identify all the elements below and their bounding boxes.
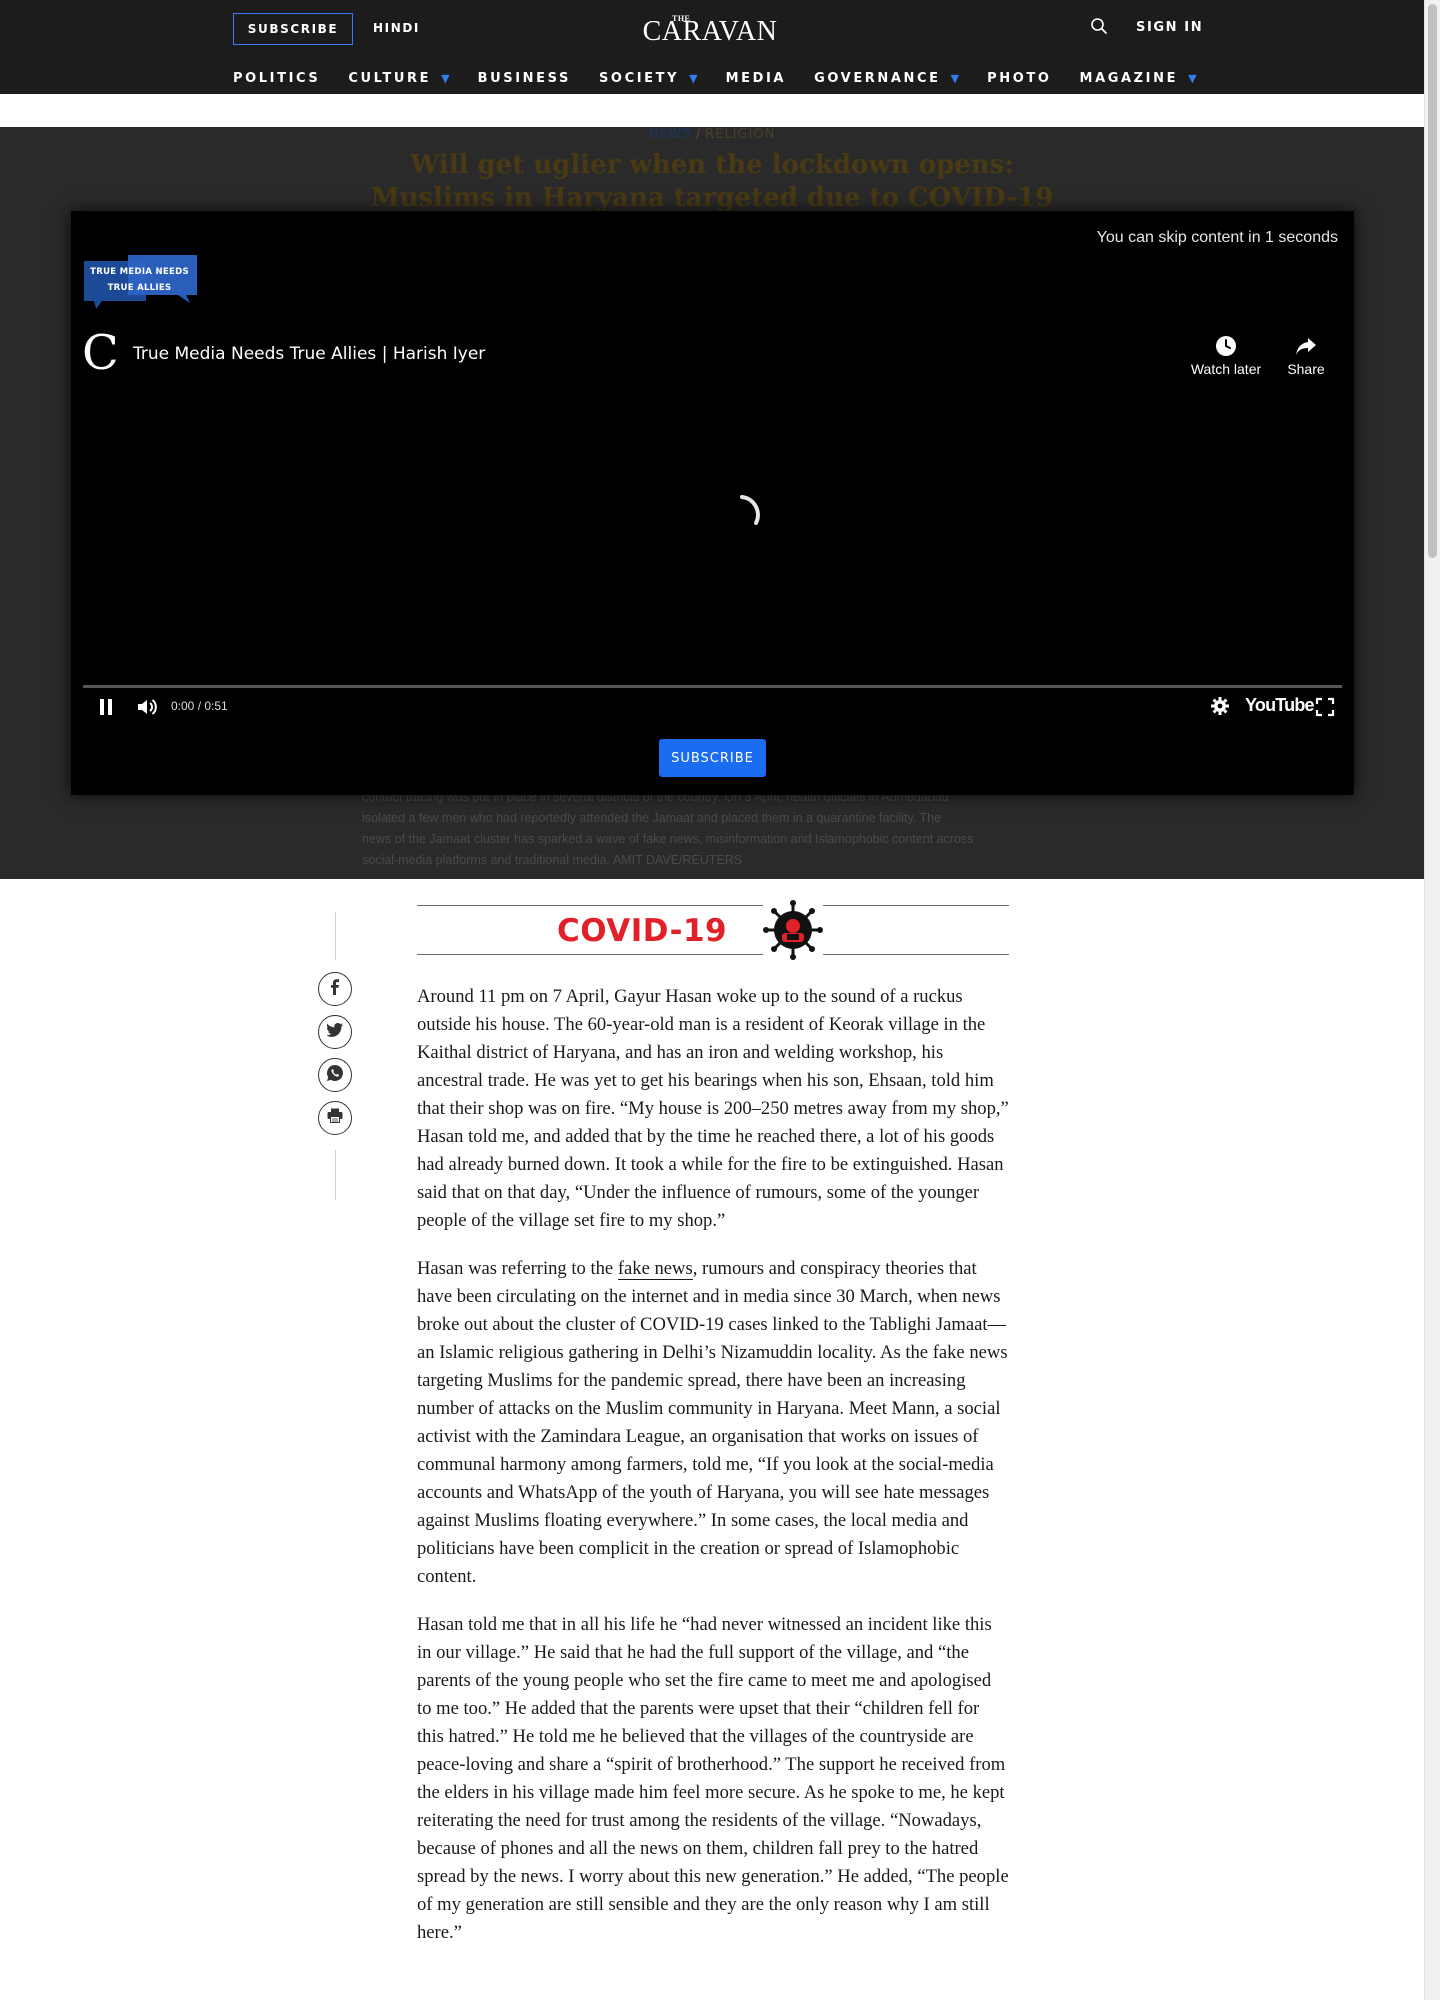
- skip-countdown: You can skip content in 1 seconds: [1096, 229, 1338, 246]
- chevron-down-icon: ▼: [689, 71, 698, 85]
- search-icon[interactable]: [1090, 17, 1110, 37]
- nav-business[interactable]: BUSINESS: [478, 68, 571, 88]
- nav-label: PHOTO: [987, 70, 1052, 86]
- scrollbar-thumb[interactable]: [1428, 4, 1437, 558]
- watch-later-button[interactable]: Watch later: [1181, 335, 1271, 377]
- loading-spinner-icon: [720, 493, 764, 537]
- nav-label: GOVERNANCE: [814, 70, 941, 86]
- nav-culture[interactable]: CULTURE ▼: [348, 68, 449, 88]
- article-paragraph: Around 11 pm on 7 April, Gayur Hasan wok…: [417, 986, 1009, 1231]
- progress-bar[interactable]: [83, 685, 1342, 688]
- channel-logo[interactable]: C: [82, 329, 122, 377]
- facebook-icon: [329, 978, 341, 1000]
- covid-banner-label: COVID-19: [557, 913, 728, 949]
- photo-credit: AMIT DAVE/REUTERS: [612, 853, 743, 867]
- youtube-logo[interactable]: YouTube: [1245, 695, 1315, 716]
- nav-society[interactable]: SOCIETY ▼: [599, 68, 698, 88]
- share-label: Share: [1287, 361, 1325, 377]
- volume-icon[interactable]: [135, 695, 159, 719]
- time-display: 0:00 / 0:51: [171, 699, 228, 713]
- article-paragraph: Hasan told me that in all his life he “h…: [417, 1614, 1009, 1943]
- breadcrumb: NEWS / RELIGION: [0, 127, 1424, 142]
- clock-icon: [1181, 335, 1271, 357]
- article-body: Around 11 pm on 7 April, Gayur Hasan wok…: [417, 983, 1009, 1967]
- true-allies-badge: TRUE MEDIA NEEDS TRUE ALLIES: [82, 255, 197, 309]
- sign-in-link[interactable]: SIGN IN: [1136, 20, 1203, 35]
- nav-label: MAGAZINE: [1079, 70, 1179, 86]
- breadcrumb-separator: /: [695, 127, 702, 142]
- nav-label: CULTURE: [348, 70, 432, 86]
- fullscreen-icon[interactable]: [1315, 697, 1335, 717]
- watch-later-label: Watch later: [1190, 361, 1262, 377]
- header-spacer: [0, 94, 1424, 127]
- hindi-link[interactable]: HINDI: [373, 21, 420, 35]
- caption-line: isolated a few men who had reportedly at…: [362, 811, 942, 825]
- article-paragraph: Hasan was referring to the fake news, ru…: [417, 1255, 1009, 1591]
- virus-icon: [763, 900, 823, 960]
- caption-text: social-media platforms and traditional m…: [362, 853, 611, 867]
- nav-magazine[interactable]: MAGAZINE ▼: [1080, 68, 1197, 88]
- nav-label: SOCIETY: [598, 70, 680, 86]
- pause-icon[interactable]: [97, 697, 115, 717]
- divider: [335, 1150, 336, 1200]
- facebook-share-button[interactable]: [318, 972, 352, 1006]
- chevron-down-icon: ▼: [1188, 71, 1197, 85]
- player-subscribe-button[interactable]: SUBSCRIBE: [659, 739, 766, 777]
- video-ad-player[interactable]: You can skip content in 1 seconds TRUE M…: [71, 211, 1354, 795]
- nav-politics[interactable]: POLITICS: [233, 68, 320, 88]
- divider: [417, 954, 763, 955]
- share-toolbar: [318, 912, 354, 1200]
- nav-label: POLITICS: [233, 70, 321, 86]
- chevron-down-icon: ▼: [441, 71, 450, 85]
- badge-line: TRUE MEDIA NEEDS: [90, 267, 189, 277]
- gear-icon[interactable]: [1209, 695, 1231, 717]
- site-header: SUBSCRIBE HINDI THE CARAVAN SIGN IN POLI…: [0, 0, 1424, 94]
- badge-text: TRUE MEDIA NEEDS TRUE ALLIES: [82, 264, 197, 296]
- photo-caption: contact tracing was put in place in seve…: [362, 787, 1062, 871]
- paragraph-text: Hasan was referring to the: [417, 1258, 618, 1279]
- share-arrow-icon: [1276, 335, 1336, 357]
- nav-label: MEDIA: [725, 70, 787, 86]
- twitter-icon: [326, 1022, 343, 1042]
- subscribe-button[interactable]: SUBSCRIBE: [233, 13, 353, 45]
- breadcrumb-section[interactable]: NEWS: [649, 127, 692, 142]
- caption-line: news of the Jamaat cluster has sparked a…: [362, 832, 974, 846]
- nav-photo[interactable]: PHOTO: [987, 68, 1051, 88]
- whatsapp-icon: [326, 1064, 344, 1087]
- divider: [823, 954, 1009, 955]
- covid-19-banner[interactable]: COVID-19: [417, 900, 1009, 960]
- badge-line: TRUE ALLIES: [107, 283, 172, 293]
- video-title[interactable]: True Media Needs True Allies | Harish Iy…: [133, 344, 485, 364]
- logo-main-text: CARAVAN: [642, 16, 778, 47]
- paragraph-text: , rumours and conspiracy theories that h…: [417, 1258, 1008, 1587]
- page-scrollbar[interactable]: [1424, 0, 1440, 2000]
- nav-media[interactable]: MEDIA: [726, 68, 787, 88]
- main-nav: POLITICS CULTURE ▼ BUSINESS SOCIETY ▼ MEDI…: [233, 68, 1225, 88]
- twitter-share-button[interactable]: [318, 1015, 352, 1049]
- print-button[interactable]: [318, 1101, 352, 1135]
- divider: [417, 905, 763, 906]
- print-icon: [327, 1108, 343, 1128]
- share-video-button[interactable]: Share: [1276, 335, 1336, 377]
- chevron-down-icon: ▼: [950, 71, 960, 85]
- caption-line: social-media platforms and traditional m…: [362, 850, 1062, 871]
- nav-label: BUSINESS: [477, 70, 571, 86]
- nav-governance[interactable]: GOVERNANCE ▼: [814, 68, 959, 88]
- breadcrumb-topic[interactable]: RELIGION: [705, 127, 775, 142]
- whatsapp-share-button[interactable]: [318, 1058, 352, 1092]
- divider: [335, 912, 336, 960]
- fake-news-link[interactable]: fake news: [617, 1258, 693, 1280]
- site-logo[interactable]: THE CARAVAN: [640, 12, 780, 48]
- divider: [823, 905, 1009, 906]
